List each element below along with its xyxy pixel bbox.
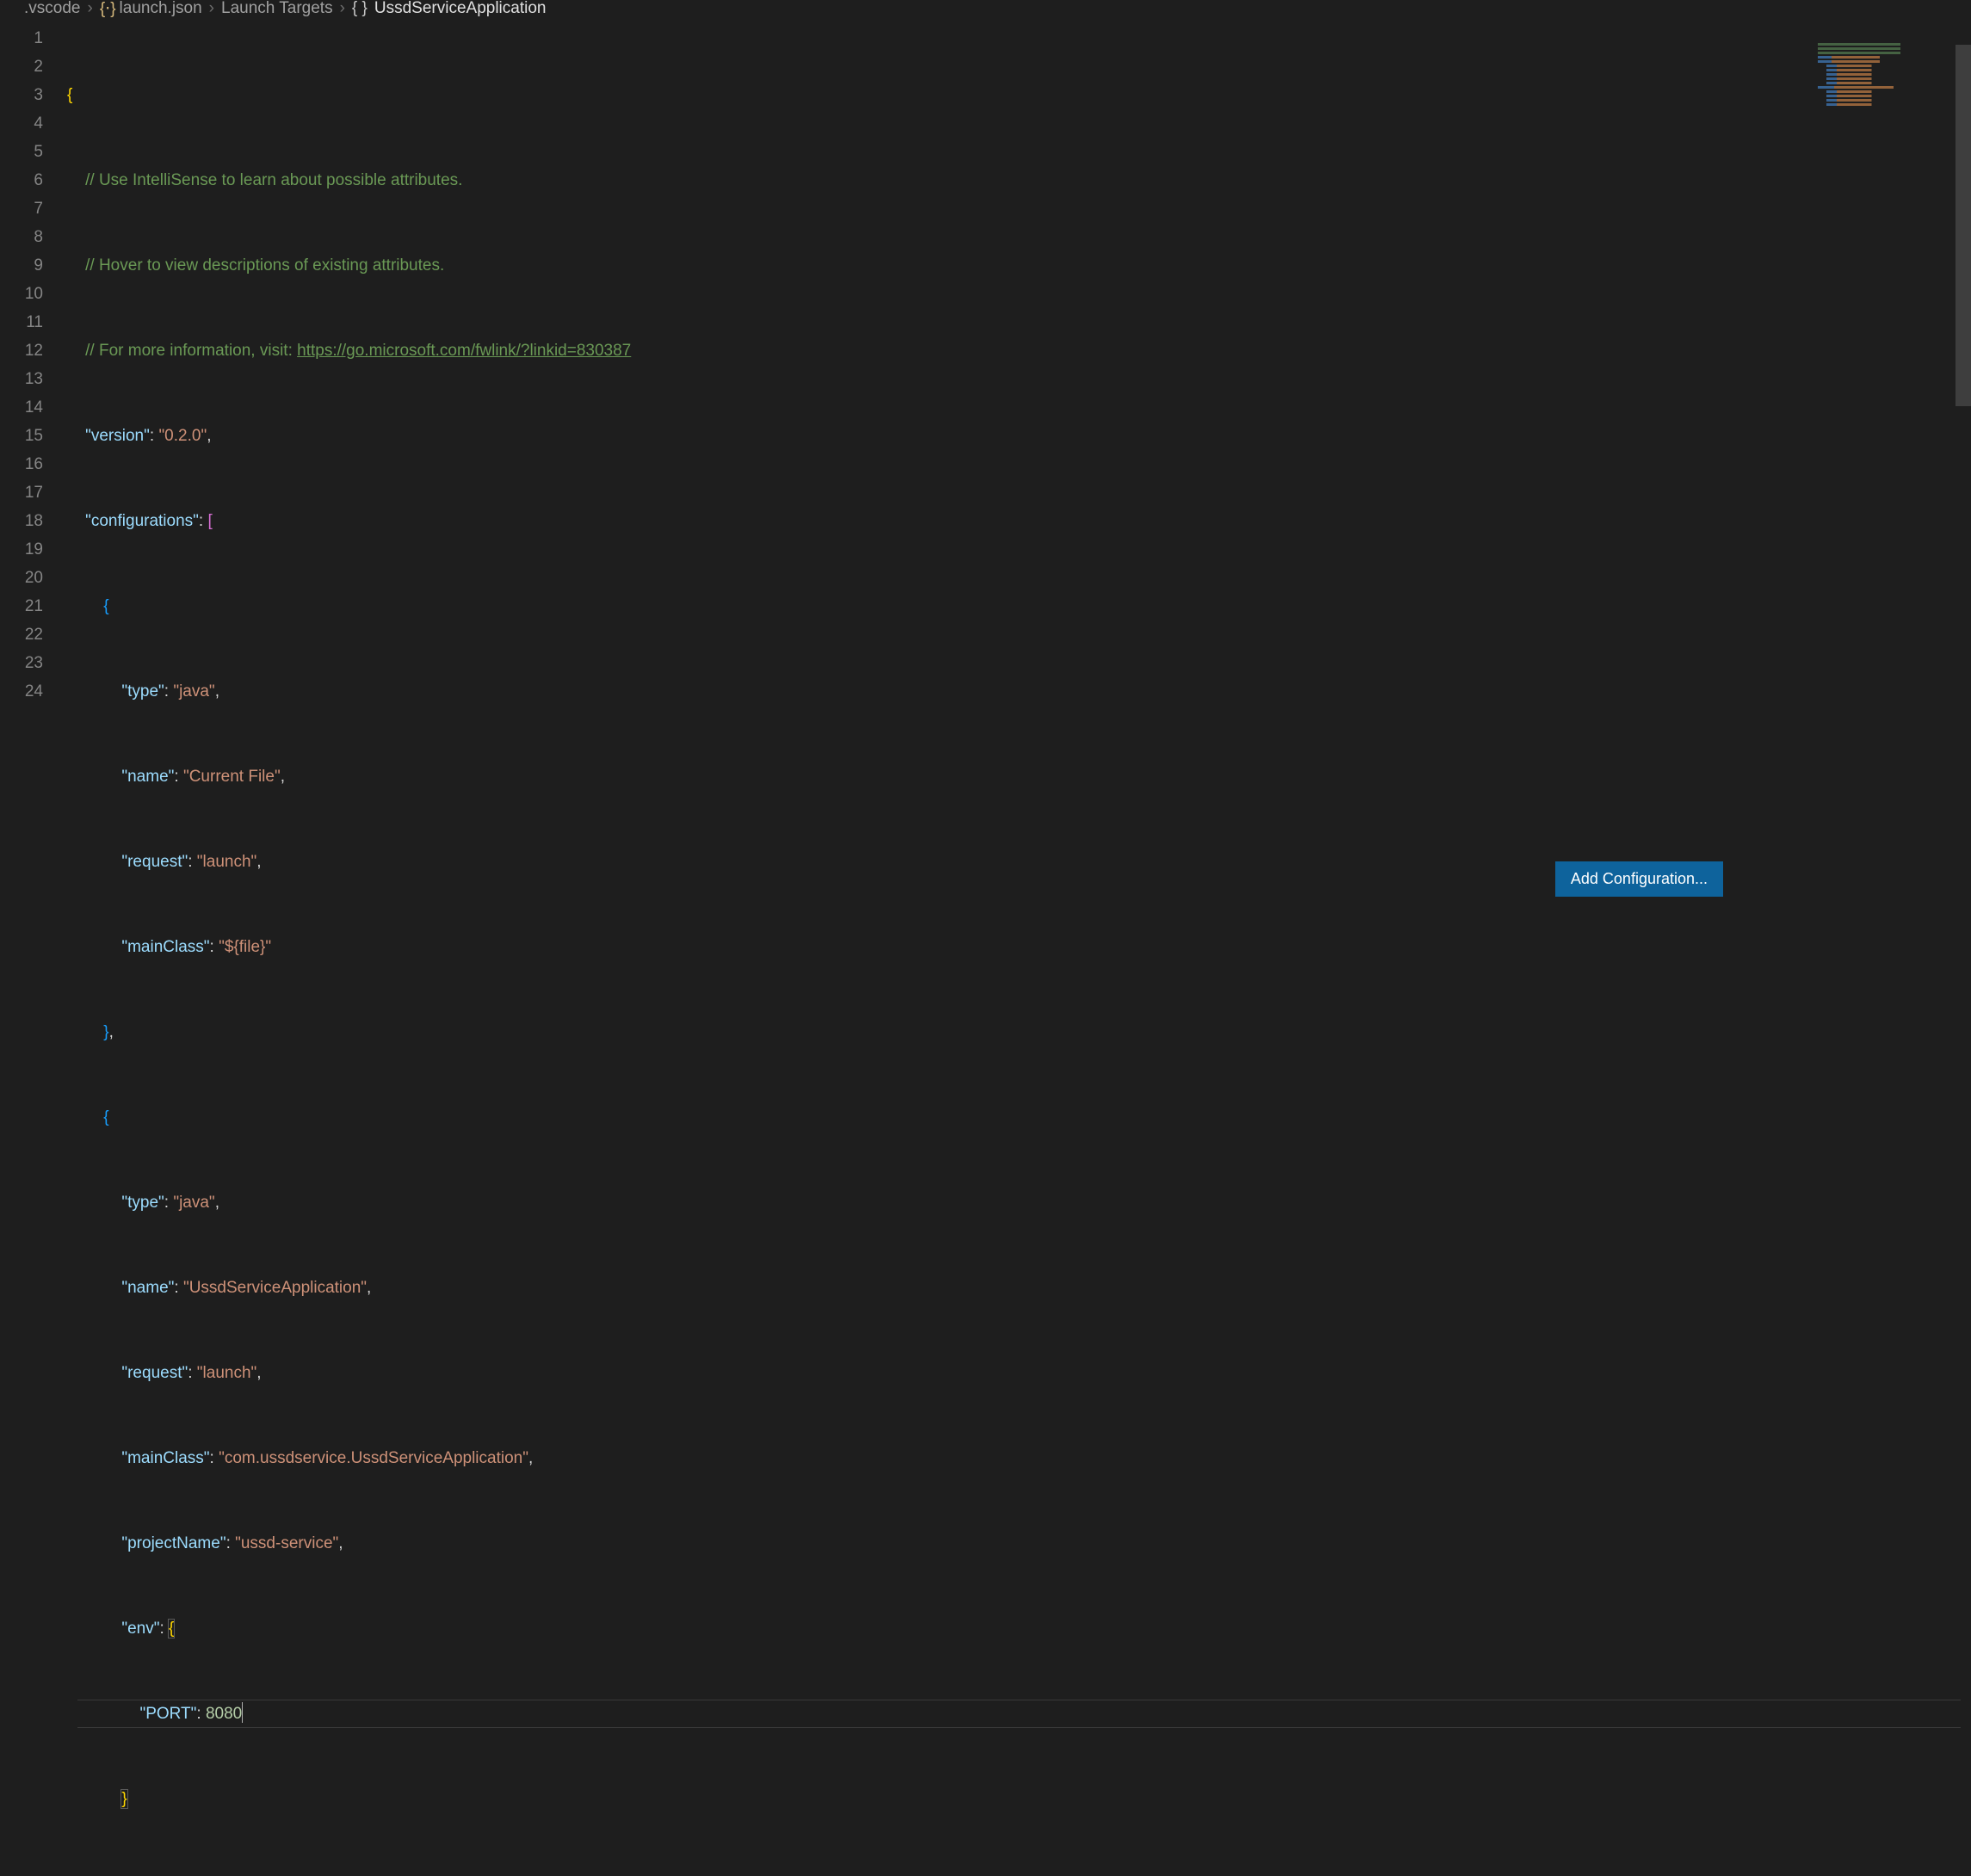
code-line-current[interactable]: "PORT": 8080 bbox=[67, 1700, 1971, 1728]
code-line[interactable]: "env": { bbox=[67, 1614, 1971, 1643]
add-configuration-button[interactable]: Add Configuration... bbox=[1555, 861, 1723, 897]
line-number: 14 bbox=[0, 393, 43, 422]
code-line[interactable]: { bbox=[67, 592, 1971, 620]
code-line[interactable]: } bbox=[67, 1870, 1971, 1876]
line-number: 23 bbox=[0, 649, 43, 677]
line-number: 5 bbox=[0, 138, 43, 166]
line-number: 19 bbox=[0, 535, 43, 564]
line-number: 2 bbox=[0, 52, 43, 81]
code-line[interactable]: { bbox=[67, 81, 1971, 109]
breadcrumb-seg-file[interactable]: launch.json bbox=[120, 0, 202, 18]
line-number: 20 bbox=[0, 564, 43, 592]
line-number: 24 bbox=[0, 677, 43, 706]
line-number: 12 bbox=[0, 336, 43, 365]
line-number: 3 bbox=[0, 81, 43, 109]
braces-icon: { } bbox=[352, 0, 368, 18]
chevron-icon: › bbox=[340, 0, 345, 18]
doc-link[interactable]: https://go.microsoft.com/fwlink/?linkid=… bbox=[297, 342, 631, 360]
line-number: 15 bbox=[0, 422, 43, 450]
line-number: 22 bbox=[0, 620, 43, 649]
code-line[interactable]: "mainClass": "${file}" bbox=[67, 933, 1971, 961]
text-cursor bbox=[242, 1702, 243, 1723]
editor[interactable]: 1 2 3 4 5 6 7 8 9 10 11 12 13 14 15 16 1… bbox=[0, 22, 1971, 938]
code-line[interactable]: "request": "launch", bbox=[67, 1359, 1971, 1387]
code-line[interactable]: "type": "java", bbox=[67, 1188, 1971, 1217]
line-number: 11 bbox=[0, 308, 43, 336]
code-line[interactable]: "type": "java", bbox=[67, 677, 1971, 706]
code-line[interactable]: // Use IntelliSense to learn about possi… bbox=[67, 166, 1971, 194]
line-number: 17 bbox=[0, 478, 43, 507]
vertical-scrollbar[interactable] bbox=[1956, 45, 1971, 406]
breadcrumb-seg-section[interactable]: Launch Targets bbox=[221, 0, 333, 18]
code-line[interactable]: "name": "UssdServiceApplication", bbox=[67, 1274, 1971, 1302]
code-line[interactable]: "mainClass": "com.ussdservice.UssdServic… bbox=[67, 1444, 1971, 1472]
chevron-icon: › bbox=[87, 0, 92, 18]
line-number: 8 bbox=[0, 223, 43, 251]
code-line[interactable]: "version": "0.2.0", bbox=[67, 422, 1971, 450]
line-number: 16 bbox=[0, 450, 43, 478]
line-number: 1 bbox=[0, 24, 43, 52]
code-line[interactable]: "name": "Current File", bbox=[67, 762, 1971, 791]
breadcrumb-seg-folder[interactable]: .vscode bbox=[24, 0, 80, 18]
code-line[interactable]: } bbox=[67, 1785, 1971, 1813]
line-number: 18 bbox=[0, 507, 43, 535]
line-number: 10 bbox=[0, 280, 43, 308]
code-line[interactable]: }, bbox=[67, 1018, 1971, 1046]
code-content[interactable]: { // Use IntelliSense to learn about pos… bbox=[67, 22, 1971, 938]
code-line[interactable]: // Hover to view descriptions of existin… bbox=[67, 251, 1971, 280]
line-number: 21 bbox=[0, 592, 43, 620]
line-number-gutter: 1 2 3 4 5 6 7 8 9 10 11 12 13 14 15 16 1… bbox=[0, 22, 67, 938]
line-number: 7 bbox=[0, 194, 43, 223]
json-file-icon: {⋅} bbox=[100, 0, 116, 19]
breadcrumb-seg-item[interactable]: UssdServiceApplication bbox=[374, 0, 547, 18]
breadcrumb[interactable]: .vscode › {⋅} launch.json › Launch Targe… bbox=[0, 0, 1971, 22]
code-line[interactable]: // For more information, visit: https://… bbox=[67, 336, 1971, 365]
minimap[interactable] bbox=[1818, 43, 1956, 126]
code-line[interactable]: { bbox=[67, 1103, 1971, 1132]
code-line[interactable]: "configurations": [ bbox=[67, 507, 1971, 535]
code-line[interactable]: "projectName": "ussd-service", bbox=[67, 1529, 1971, 1558]
line-number: 6 bbox=[0, 166, 43, 194]
line-number: 13 bbox=[0, 365, 43, 393]
chevron-icon: › bbox=[209, 0, 214, 18]
line-number: 9 bbox=[0, 251, 43, 280]
line-number: 4 bbox=[0, 109, 43, 138]
